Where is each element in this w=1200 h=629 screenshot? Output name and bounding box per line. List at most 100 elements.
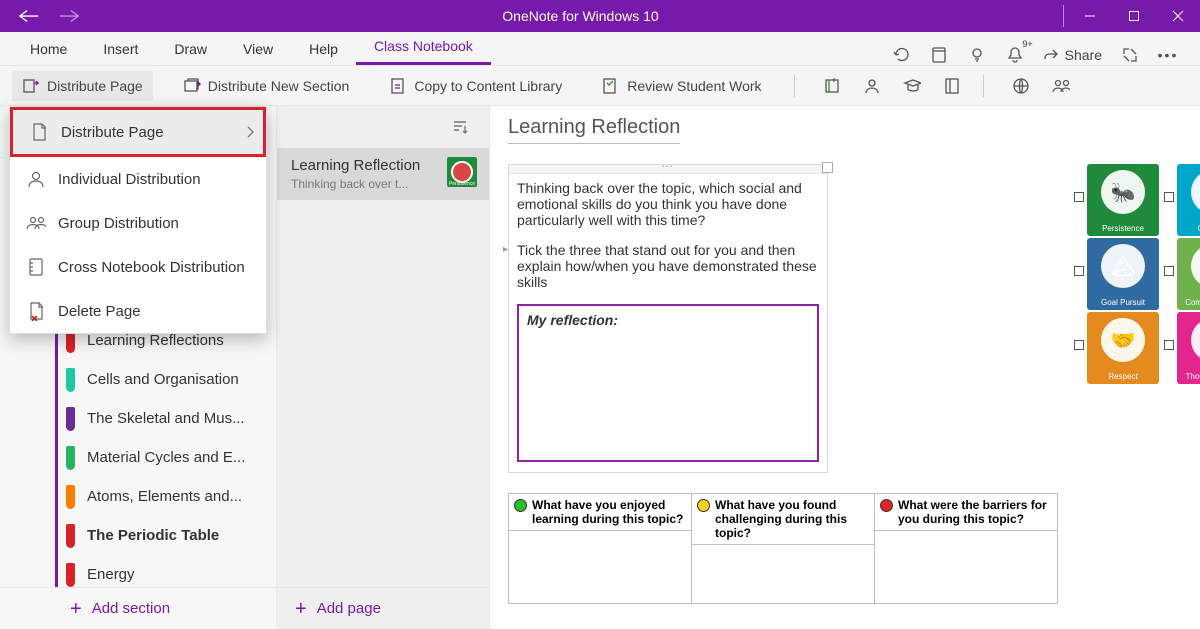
reflection-cell[interactable] xyxy=(875,531,1057,603)
skill-item: 🏔Goal Pursuit xyxy=(1074,238,1162,310)
section-label: The Periodic Table xyxy=(87,527,219,544)
skill-card[interactable]: 🤝Respect xyxy=(1087,312,1159,384)
skill-checkbox[interactable] xyxy=(1074,192,1084,202)
section-item[interactable]: The Skeletal and Mus... xyxy=(66,399,276,438)
reflection-column[interactable]: What have you enjoyed learning during th… xyxy=(509,494,692,603)
section-item[interactable]: Material Cycles and E... xyxy=(66,438,276,477)
person-icon xyxy=(26,169,46,189)
skill-item: ❤️Thoughtfulness xyxy=(1164,312,1200,384)
page-icon[interactable] xyxy=(929,45,949,65)
skill-card[interactable]: ❤️Thoughtfulness xyxy=(1177,312,1200,384)
minimize-button[interactable] xyxy=(1068,0,1112,32)
globe-icon[interactable] xyxy=(1012,77,1030,95)
close-button[interactable] xyxy=(1156,0,1200,32)
section-item[interactable]: Energy xyxy=(66,555,276,587)
people-icon[interactable] xyxy=(863,77,881,95)
menu-individual-distribution[interactable]: Individual Distribution xyxy=(10,157,266,201)
menu-group-distribution[interactable]: Group Distribution xyxy=(10,201,266,245)
skill-card[interactable]: 🐜 Persistence xyxy=(1087,164,1159,236)
back-button[interactable] xyxy=(18,8,40,24)
skill-label: Goal Pursuit xyxy=(1087,296,1159,310)
add-section-group-icon[interactable] xyxy=(823,77,841,95)
graduation-icon[interactable] xyxy=(903,77,921,95)
reflection-column[interactable]: What have you found challenging during t… xyxy=(692,494,875,603)
skill-card[interactable]: 👁Curiosity xyxy=(1177,164,1200,236)
more-icon[interactable]: ••• xyxy=(1158,45,1178,65)
section-color-tab xyxy=(66,563,75,587)
reflection-cell[interactable] xyxy=(692,545,874,603)
skill-label: Persistence xyxy=(1087,222,1159,236)
notebook-icon xyxy=(26,257,46,277)
reflection-question: What have you enjoyed learning during th… xyxy=(532,498,686,526)
tab-insert[interactable]: Insert xyxy=(85,33,156,65)
reflection-box[interactable]: My reflection: xyxy=(517,304,819,462)
chevron-right-icon xyxy=(245,126,255,138)
paragraph[interactable]: Thinking back over the topic, which soci… xyxy=(517,180,819,228)
skill-icon: 🐜 xyxy=(1101,170,1145,214)
paragraph[interactable]: Tick the three that stand out for you an… xyxy=(517,242,819,290)
skill-item: 🐜 Persistence xyxy=(1074,164,1162,236)
section-list: Learning Reflections Cells and Organisati… xyxy=(0,321,276,587)
section-label: Learning Reflections xyxy=(87,332,224,349)
add-section-button[interactable]: + Add section xyxy=(0,587,276,629)
tab-help[interactable]: Help xyxy=(291,33,356,65)
status-dot xyxy=(697,499,710,512)
page-item-title: Learning Reflection xyxy=(291,157,437,174)
review-icon xyxy=(602,77,620,95)
forward-button[interactable] xyxy=(58,8,80,24)
copy-to-library-button[interactable]: Copy to Content Library xyxy=(379,71,572,101)
page-title[interactable]: Learning Reflection xyxy=(508,116,680,144)
review-student-work-button[interactable]: Review Student Work xyxy=(592,71,771,101)
tab-home[interactable]: Home xyxy=(12,33,85,65)
skill-checkbox[interactable] xyxy=(1164,192,1174,202)
sort-pages-button[interactable] xyxy=(277,106,489,148)
skill-card[interactable]: 💬Communication xyxy=(1177,238,1200,310)
container-drag-handle[interactable] xyxy=(509,165,827,174)
section-color-tab xyxy=(66,485,75,509)
share-button[interactable]: Share xyxy=(1043,47,1102,63)
distribute-new-section-button[interactable]: Distribute New Section xyxy=(173,71,360,101)
skill-checkbox[interactable] xyxy=(1074,266,1084,276)
section-label: Material Cycles and E... xyxy=(87,449,245,466)
add-page-button[interactable]: + Add page xyxy=(277,587,489,629)
tab-view[interactable]: View xyxy=(225,33,291,65)
skill-checkbox[interactable] xyxy=(1164,266,1174,276)
reflection-header: What have you found challenging during t… xyxy=(692,494,874,545)
notebook-icon[interactable] xyxy=(943,77,961,95)
menu-cross-notebook-distribution[interactable]: Cross Notebook Distribution xyxy=(10,245,266,289)
page-item[interactable]: Learning ReflectionThinking back over t.… xyxy=(277,148,489,200)
reflection-header: What have you enjoyed learning during th… xyxy=(509,494,691,531)
distribute-page-button[interactable]: Distribute Page xyxy=(12,71,153,101)
skill-icon: 💬 xyxy=(1191,244,1200,288)
notification-count: 9+ xyxy=(1022,39,1032,49)
fullscreen-icon[interactable] xyxy=(1120,45,1140,65)
tab-draw[interactable]: Draw xyxy=(156,33,225,65)
reflection-column[interactable]: What were the barriers for you during th… xyxy=(875,494,1057,603)
notifications-icon[interactable]: 9+ xyxy=(1005,45,1025,65)
tab-class-notebook[interactable]: Class Notebook xyxy=(356,30,491,65)
note-container[interactable]: Thinking back over the topic, which soci… xyxy=(508,164,828,473)
section-item[interactable]: The Periodic Table xyxy=(66,516,276,555)
maximize-button[interactable] xyxy=(1112,0,1156,32)
skill-checkbox[interactable] xyxy=(1164,340,1174,350)
lightbulb-icon[interactable] xyxy=(967,45,987,65)
plus-icon: + xyxy=(70,599,82,619)
section-item[interactable]: Cells and Organisation xyxy=(66,360,276,399)
reflection-cell[interactable] xyxy=(509,531,691,603)
undo-icon[interactable] xyxy=(891,45,911,65)
page-icon xyxy=(29,122,49,142)
menu-delete-page[interactable]: Delete Page xyxy=(10,289,266,333)
menu-distribute-page[interactable]: Distribute Page xyxy=(10,107,266,157)
skill-card[interactable]: 🏔Goal Pursuit xyxy=(1087,238,1159,310)
section-item[interactable]: Atoms, Elements and... xyxy=(66,477,276,516)
page-canvas[interactable]: Learning Reflection Thinking back over t… xyxy=(490,106,1200,629)
delete-page-icon xyxy=(26,301,46,321)
section-label: Atoms, Elements and... xyxy=(87,488,242,505)
reflection-header: What were the barriers for you during th… xyxy=(875,494,1057,531)
skill-label: Respect xyxy=(1087,370,1159,384)
skill-checkbox[interactable] xyxy=(1074,340,1084,350)
people-pair-icon[interactable] xyxy=(1052,77,1070,95)
page-thumbnail: Persistence xyxy=(447,157,477,187)
distribute-page-icon xyxy=(22,77,40,95)
reflection-table[interactable]: What have you enjoyed learning during th… xyxy=(508,493,1058,604)
